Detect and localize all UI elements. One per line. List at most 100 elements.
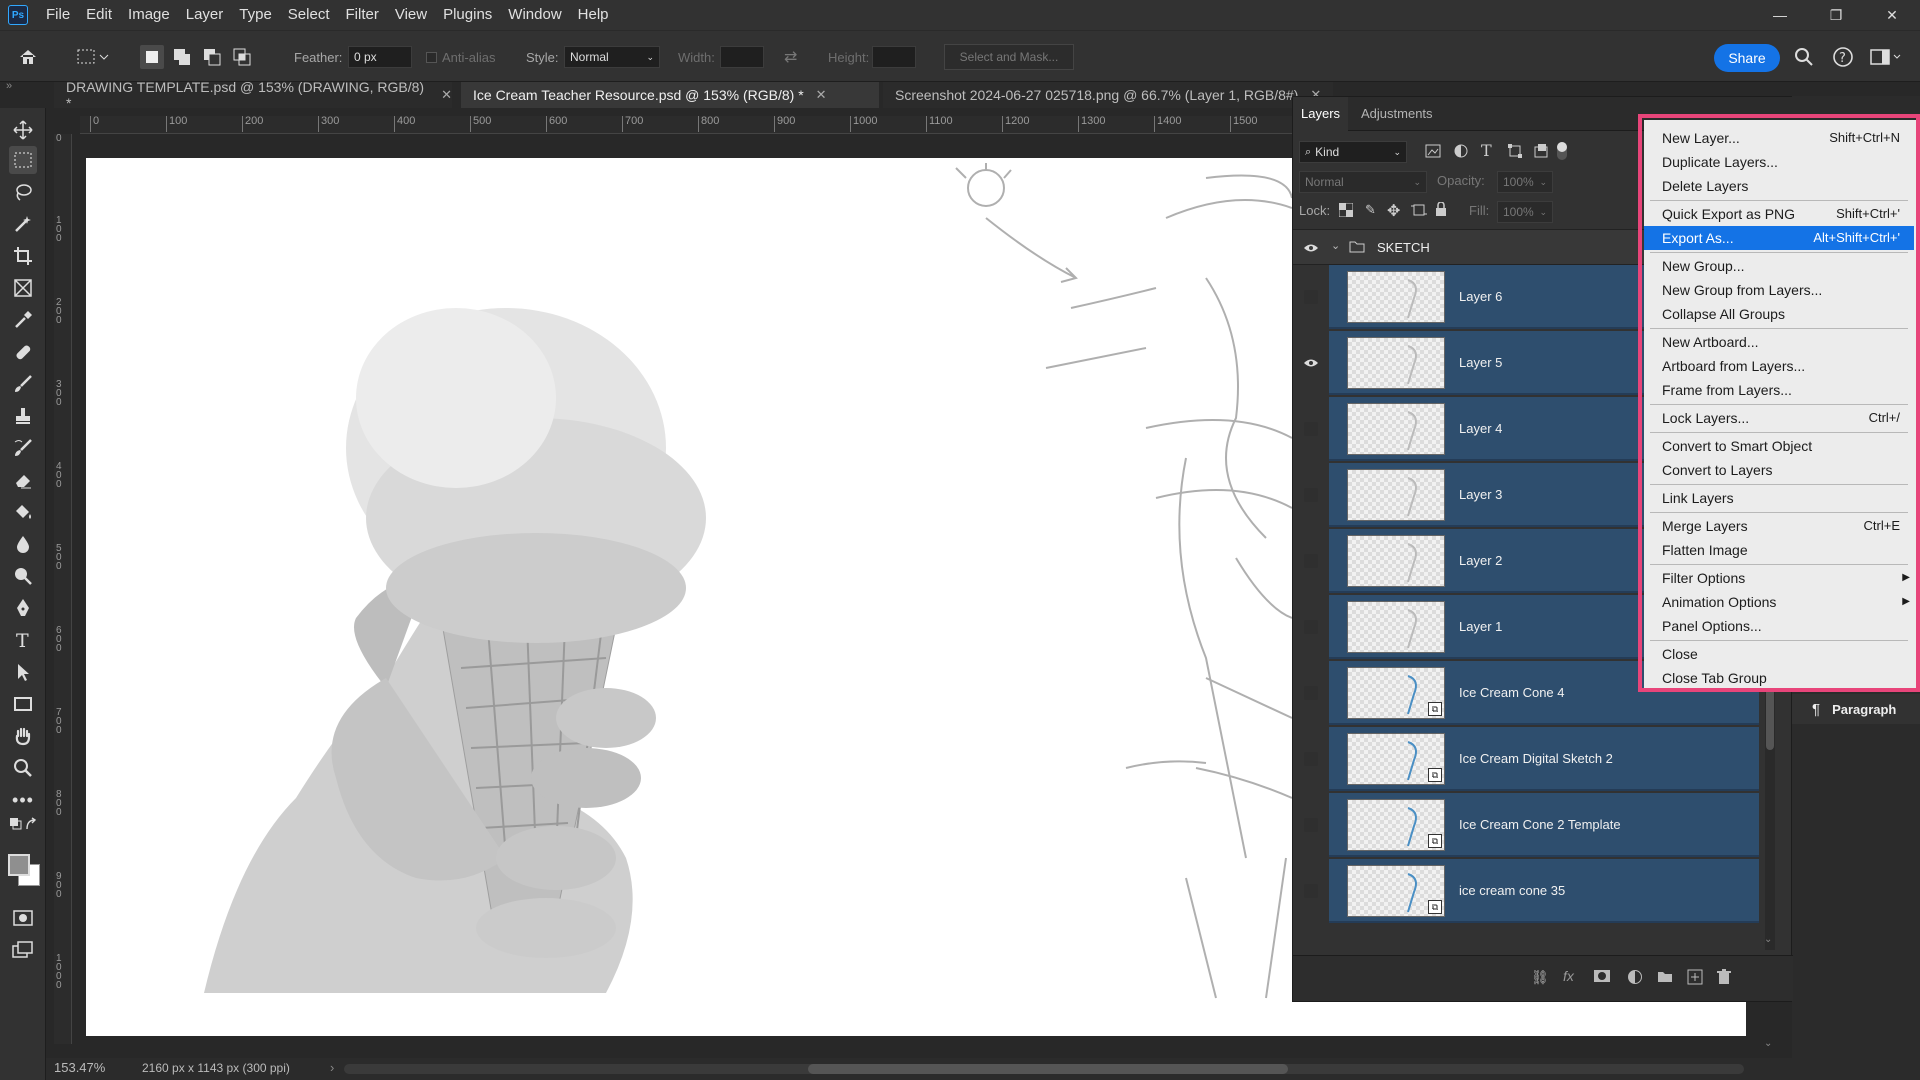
visibility-toggle[interactable]: [1301, 485, 1321, 505]
filter-adjustment-icon[interactable]: [1453, 143, 1469, 162]
foreground-color-swatch[interactable]: [8, 854, 30, 876]
eye-icon[interactable]: [1301, 353, 1321, 373]
menu-item-convert-to-smart-object[interactable]: Convert to Smart Object: [1644, 434, 1914, 458]
visibility-toggle[interactable]: [1301, 749, 1321, 769]
menu-file[interactable]: File: [38, 0, 78, 30]
rectangular-marquee-tool-icon[interactable]: [9, 146, 37, 174]
color-swatches[interactable]: [8, 854, 44, 888]
new-layer-icon[interactable]: [1687, 969, 1703, 988]
tab-ice-cream-teacher-resource[interactable]: Ice Cream Teacher Resource.psd @ 153% (R…: [461, 82, 879, 108]
visibility-toggle[interactable]: [1301, 287, 1321, 307]
close-tab-icon[interactable]: ✕: [441, 87, 452, 103]
layer-name[interactable]: Layer 1: [1459, 595, 1502, 659]
menu-item-delete-layers[interactable]: Delete Layers: [1644, 174, 1914, 198]
menu-item-new-group[interactable]: New Group...: [1644, 254, 1914, 278]
chevron-right-icon[interactable]: ›: [330, 1060, 334, 1075]
menu-item-close-tab-group[interactable]: Close Tab Group: [1644, 666, 1914, 690]
style-select[interactable]: Normal ⌄: [564, 46, 660, 68]
hand-tool-icon[interactable]: [9, 722, 37, 750]
height-input[interactable]: [872, 46, 916, 68]
document-canvas[interactable]: [86, 158, 1292, 1036]
dodge-tool-icon[interactable]: [9, 562, 37, 590]
menu-item-merge-layers[interactable]: Merge Layers Ctrl+E: [1644, 514, 1914, 538]
eyedropper-tool-icon[interactable]: [9, 306, 37, 334]
visibility-toggle[interactable]: [1301, 815, 1321, 835]
filter-kind-select[interactable]: ⌕ Kind ⌄: [1299, 141, 1407, 163]
menu-select[interactable]: Select: [280, 0, 338, 30]
menu-filter[interactable]: Filter: [338, 0, 387, 30]
menu-view[interactable]: View: [387, 0, 435, 30]
select-and-mask-button[interactable]: Select and Mask...: [944, 44, 1074, 70]
add-to-selection-icon[interactable]: [170, 45, 194, 69]
visibility-toggle[interactable]: [1301, 617, 1321, 637]
paragraph-panel-tab[interactable]: ¶ Paragraph: [1792, 694, 1920, 724]
new-group-folder-icon[interactable]: [1657, 970, 1673, 986]
scroll-down-icon[interactable]: ⌄: [1764, 934, 1772, 945]
menu-plugins[interactable]: Plugins: [435, 0, 500, 30]
width-input[interactable]: [720, 46, 764, 68]
collapse-panels-icon[interactable]: »: [6, 80, 26, 100]
menu-item-link-layers[interactable]: Link Layers: [1644, 486, 1914, 510]
move-tool-icon[interactable]: [9, 116, 37, 144]
menu-edit[interactable]: Edit: [78, 0, 120, 30]
menu-item-new-group-from-layers[interactable]: New Group from Layers...: [1644, 278, 1914, 302]
tab-adjustments[interactable]: Adjustments: [1353, 97, 1441, 131]
lock-image-icon[interactable]: ✎: [1365, 202, 1376, 218]
layer-name[interactable]: Layer 5: [1459, 331, 1502, 395]
tab-layers[interactable]: Layers: [1293, 97, 1349, 131]
filter-shape-icon[interactable]: [1507, 143, 1523, 162]
fx-icon[interactable]: fx: [1563, 968, 1574, 984]
zoom-tool-icon[interactable]: [9, 754, 37, 782]
menu-item-frame-from-layers[interactable]: Frame from Layers...: [1644, 378, 1914, 402]
menu-item-panel-options[interactable]: Panel Options...: [1644, 614, 1914, 638]
history-brush-tool-icon[interactable]: [9, 434, 37, 462]
layer-name[interactable]: Layer 4: [1459, 397, 1502, 461]
blend-mode-select[interactable]: Normal ⌄: [1299, 171, 1427, 193]
visibility-toggle[interactable]: [1301, 881, 1321, 901]
eraser-tool-icon[interactable]: [9, 466, 37, 494]
menu-item-new-layer[interactable]: New Layer... Shift+Ctrl+N: [1644, 126, 1914, 150]
visibility-toggle[interactable]: [1301, 683, 1321, 703]
search-icon[interactable]: [1794, 31, 1814, 83]
menu-item-new-artboard[interactable]: New Artboard...: [1644, 330, 1914, 354]
layer-name[interactable]: Ice Cream Cone 2 Template: [1459, 793, 1621, 857]
paint-bucket-tool-icon[interactable]: [9, 498, 37, 526]
canvas-scroll-down-icon[interactable]: ⌄: [1764, 1038, 1772, 1049]
visibility-toggle[interactable]: [1301, 551, 1321, 571]
visibility-toggle[interactable]: [1301, 419, 1321, 439]
layer-row[interactable]: ⧉ Ice Cream Cone 2 Template: [1293, 793, 1793, 859]
healing-brush-tool-icon[interactable]: [9, 338, 37, 366]
close-button[interactable]: ✕: [1864, 0, 1920, 30]
screen-mode-icon[interactable]: [9, 936, 37, 964]
default-colors-icon[interactable]: [9, 816, 37, 834]
blur-tool-icon[interactable]: [9, 530, 37, 558]
lock-position-icon[interactable]: ✥: [1387, 201, 1400, 221]
menu-item-quick-export-as-png[interactable]: Quick Export as PNG Shift+Ctrl+': [1644, 202, 1914, 226]
minimize-button[interactable]: —: [1752, 0, 1808, 30]
menu-item-duplicate-layers[interactable]: Duplicate Layers...: [1644, 150, 1914, 174]
layer-row-selected-bg[interactable]: ⧉ Ice Cream Digital Sketch 2: [1329, 727, 1759, 791]
layer-row-selected-bg[interactable]: ⧉ ice cream cone 35: [1329, 859, 1759, 923]
layer-name[interactable]: Ice Cream Cone 4: [1459, 661, 1565, 725]
path-selection-tool-icon[interactable]: [9, 658, 37, 686]
menu-type[interactable]: Type: [231, 0, 280, 30]
eye-icon[interactable]: [1301, 238, 1321, 258]
edit-toolbar-icon[interactable]: •••: [9, 786, 37, 814]
menu-item-collapse-all-groups[interactable]: Collapse All Groups: [1644, 302, 1914, 326]
marquee-tool-preset-icon[interactable]: [76, 31, 110, 83]
horizontal-scroll-thumb[interactable]: [808, 1064, 1288, 1074]
opacity-input[interactable]: 100% ⌄: [1497, 171, 1553, 193]
chevron-down-icon[interactable]: ⌄: [1331, 239, 1340, 252]
layer-mask-icon[interactable]: [1593, 969, 1611, 986]
lock-artboard-icon[interactable]: [1411, 203, 1427, 220]
filter-smart-object-icon[interactable]: [1533, 143, 1549, 162]
tab-drawing-template[interactable]: DRAWING TEMPLATE.psd @ 153% (DRAWING, RG…: [54, 79, 452, 111]
new-selection-icon[interactable]: [140, 45, 164, 69]
filter-pixel-icon[interactable]: [1425, 143, 1441, 162]
layer-row[interactable]: ⧉ Ice Cream Digital Sketch 2: [1293, 727, 1793, 793]
frame-tool-icon[interactable]: [9, 274, 37, 302]
clone-stamp-tool-icon[interactable]: [9, 402, 37, 430]
type-tool-icon[interactable]: T: [9, 626, 37, 654]
layer-name[interactable]: Ice Cream Digital Sketch 2: [1459, 727, 1613, 791]
layer-row[interactable]: ⧉ ice cream cone 35: [1293, 859, 1793, 925]
